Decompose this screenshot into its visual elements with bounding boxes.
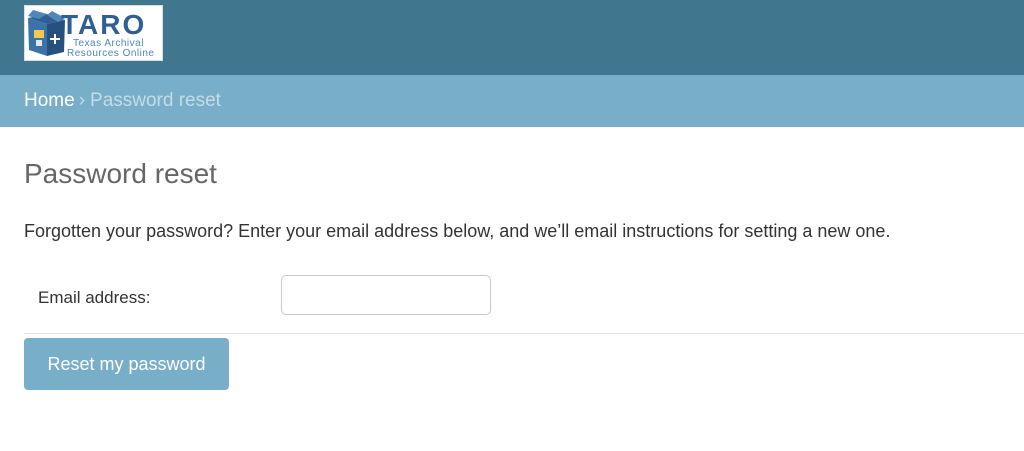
breadcrumb-current: Password reset bbox=[90, 90, 221, 111]
logo-graphic: TARO Texas Archival Resources Online bbox=[28, 9, 154, 59]
breadcrumb-separator: › bbox=[78, 90, 86, 111]
email-field[interactable] bbox=[281, 275, 491, 315]
intro-text: Forgotten your password? Enter your emai… bbox=[24, 221, 891, 241]
page-title: Password reset bbox=[24, 158, 217, 189]
email-form-row: Email address: bbox=[24, 275, 1024, 334]
reset-password-button[interactable]: Reset my password bbox=[24, 338, 229, 390]
breadcrumb: Home › Password reset bbox=[0, 75, 1024, 127]
page: TARO Texas Archival Resources Online Hom… bbox=[0, 0, 1024, 451]
archive-box-logo-icon bbox=[28, 10, 65, 56]
logo-subtitle-line2: Resources Online bbox=[67, 48, 154, 59]
main-content: Password reset Forgotten your password? … bbox=[24, 127, 1024, 451]
site-header: TARO Texas Archival Resources Online bbox=[0, 0, 1024, 75]
site-logo[interactable]: TARO Texas Archival Resources Online bbox=[24, 5, 163, 61]
breadcrumb-home-link[interactable]: Home bbox=[24, 90, 75, 111]
logo-title: TARO bbox=[61, 9, 146, 40]
email-label: Email address: bbox=[38, 288, 151, 307]
